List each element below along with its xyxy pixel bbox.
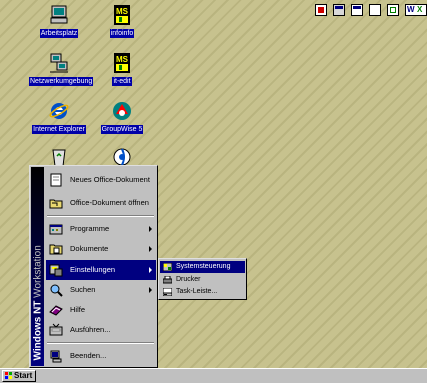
open-office-document-icon [49,196,63,210]
run-icon [49,323,63,337]
menu-item-label: Ausführen... [70,325,111,334]
submenu-arrow-icon [149,287,152,293]
menu-item-label: Hilfe [70,305,86,314]
tray-word-icon[interactable]: WX [405,4,427,16]
svg-text:MS: MS [116,7,129,16]
banner-os-name: Windows NT [32,300,44,361]
windows-logo-icon [5,372,12,379]
submenu-item-drucker[interactable]: Drucker [160,274,245,286]
desktop-icon-groupwise[interactable]: GroupWise 5 [92,100,152,134]
settings-submenu: Systemsteuerung Drucker Task-Leiste... [158,258,247,300]
submenu-arrow-icon [149,267,152,273]
start-button-label: Start [14,371,33,380]
desktop-icon-arbeitsplatz[interactable]: Arbeitsplatz [29,4,89,38]
tray-app-icon[interactable] [351,4,363,16]
menu-item-programme[interactable]: Programme [46,219,156,239]
start-menu: Windows NT Workstation Neues Office-Doku… [29,165,158,368]
desktop-icon-label: it-edit [112,77,132,86]
menu-item-dokumente[interactable]: Dokumente [46,239,156,259]
search-icon [49,283,63,297]
menu-separator [47,215,154,217]
tray-app-icon[interactable] [333,4,345,16]
menu-item-new-office-document[interactable]: Neues Office-Dokument [46,170,156,190]
settings-icon [49,263,63,277]
submenu-item-systemsteuerung[interactable]: Systemsteuerung [160,261,245,273]
menu-item-hilfe[interactable]: Hilfe [46,300,156,320]
menu-item-beenden[interactable]: Beenden... [46,346,156,366]
tray-app-icon[interactable] [315,4,327,16]
desktop-icon-infoinfo[interactable]: MS infoinfo [92,4,152,38]
help-icon [49,303,63,317]
taskbar: Start [0,368,427,383]
banner-edition: Workstation [32,245,44,301]
desktop-icon-label: Internet Explorer [32,125,86,134]
shutdown-icon [49,349,63,363]
menu-item-label: Beenden... [70,351,107,360]
taskbar-icon [162,287,173,297]
menu-item-label: Office-Dokument öffnen [70,198,149,207]
desktop-icon-internet-explorer[interactable]: Internet Explorer [29,100,89,134]
submenu-item-task-leiste[interactable]: Task-Leiste... [160,286,245,298]
new-office-document-icon [49,173,63,187]
menu-item-ausfuehren[interactable]: Ausführen... [46,320,156,340]
menu-item-einstellungen[interactable]: Einstellungen [46,260,156,280]
desktop-icon-label: Arbeitsplatz [39,29,79,38]
tray-app-icon[interactable] [369,4,381,16]
submenu-arrow-icon [149,246,152,252]
menu-item-suchen[interactable]: Suchen [46,280,156,300]
control-panel-icon [162,262,173,272]
network-neighborhood-icon [48,52,70,74]
submenu-arrow-icon [149,226,152,232]
menu-item-label: Neues Office-Dokument [70,175,150,184]
menu-item-label: Einstellungen [70,265,116,274]
my-computer-icon [48,4,70,26]
desktop-icon-label: GroupWise 5 [100,125,144,134]
menu-item-label: Dokumente [70,244,109,253]
submenu-item-label: Task-Leiste... [176,288,218,295]
programs-icon [49,222,63,236]
menu-item-open-office-document[interactable]: Office-Dokument öffnen [46,193,156,213]
submenu-item-label: Drucker [176,276,201,283]
internet-explorer-icon [48,100,70,122]
tray-app-icon[interactable] [387,4,399,16]
printers-icon [162,275,173,284]
svg-text:MS: MS [116,55,129,64]
menu-item-label: Programme [70,224,110,233]
start-menu-banner: Windows NT Workstation [31,167,44,366]
desktop-icon-netzwerkumgebung[interactable]: Netzwerkumgebung [29,52,94,86]
submenu-item-label: Systemsteuerung [176,263,231,270]
documents-icon [49,242,63,256]
desktop-icon-it-edit[interactable]: MS it-edit [92,52,152,86]
tray-icons: WX [315,4,427,16]
menu-separator [47,342,154,344]
menu-item-label: Suchen [70,285,96,294]
desktop-icon-label: infoinfo [109,29,135,38]
desktop-icon-label: Netzwerkumgebung [29,77,94,86]
ms-application-icon: MS [111,52,133,74]
groupwise-icon [111,100,133,122]
start-button[interactable]: Start [2,370,36,382]
ms-application-icon: MS [111,4,133,26]
